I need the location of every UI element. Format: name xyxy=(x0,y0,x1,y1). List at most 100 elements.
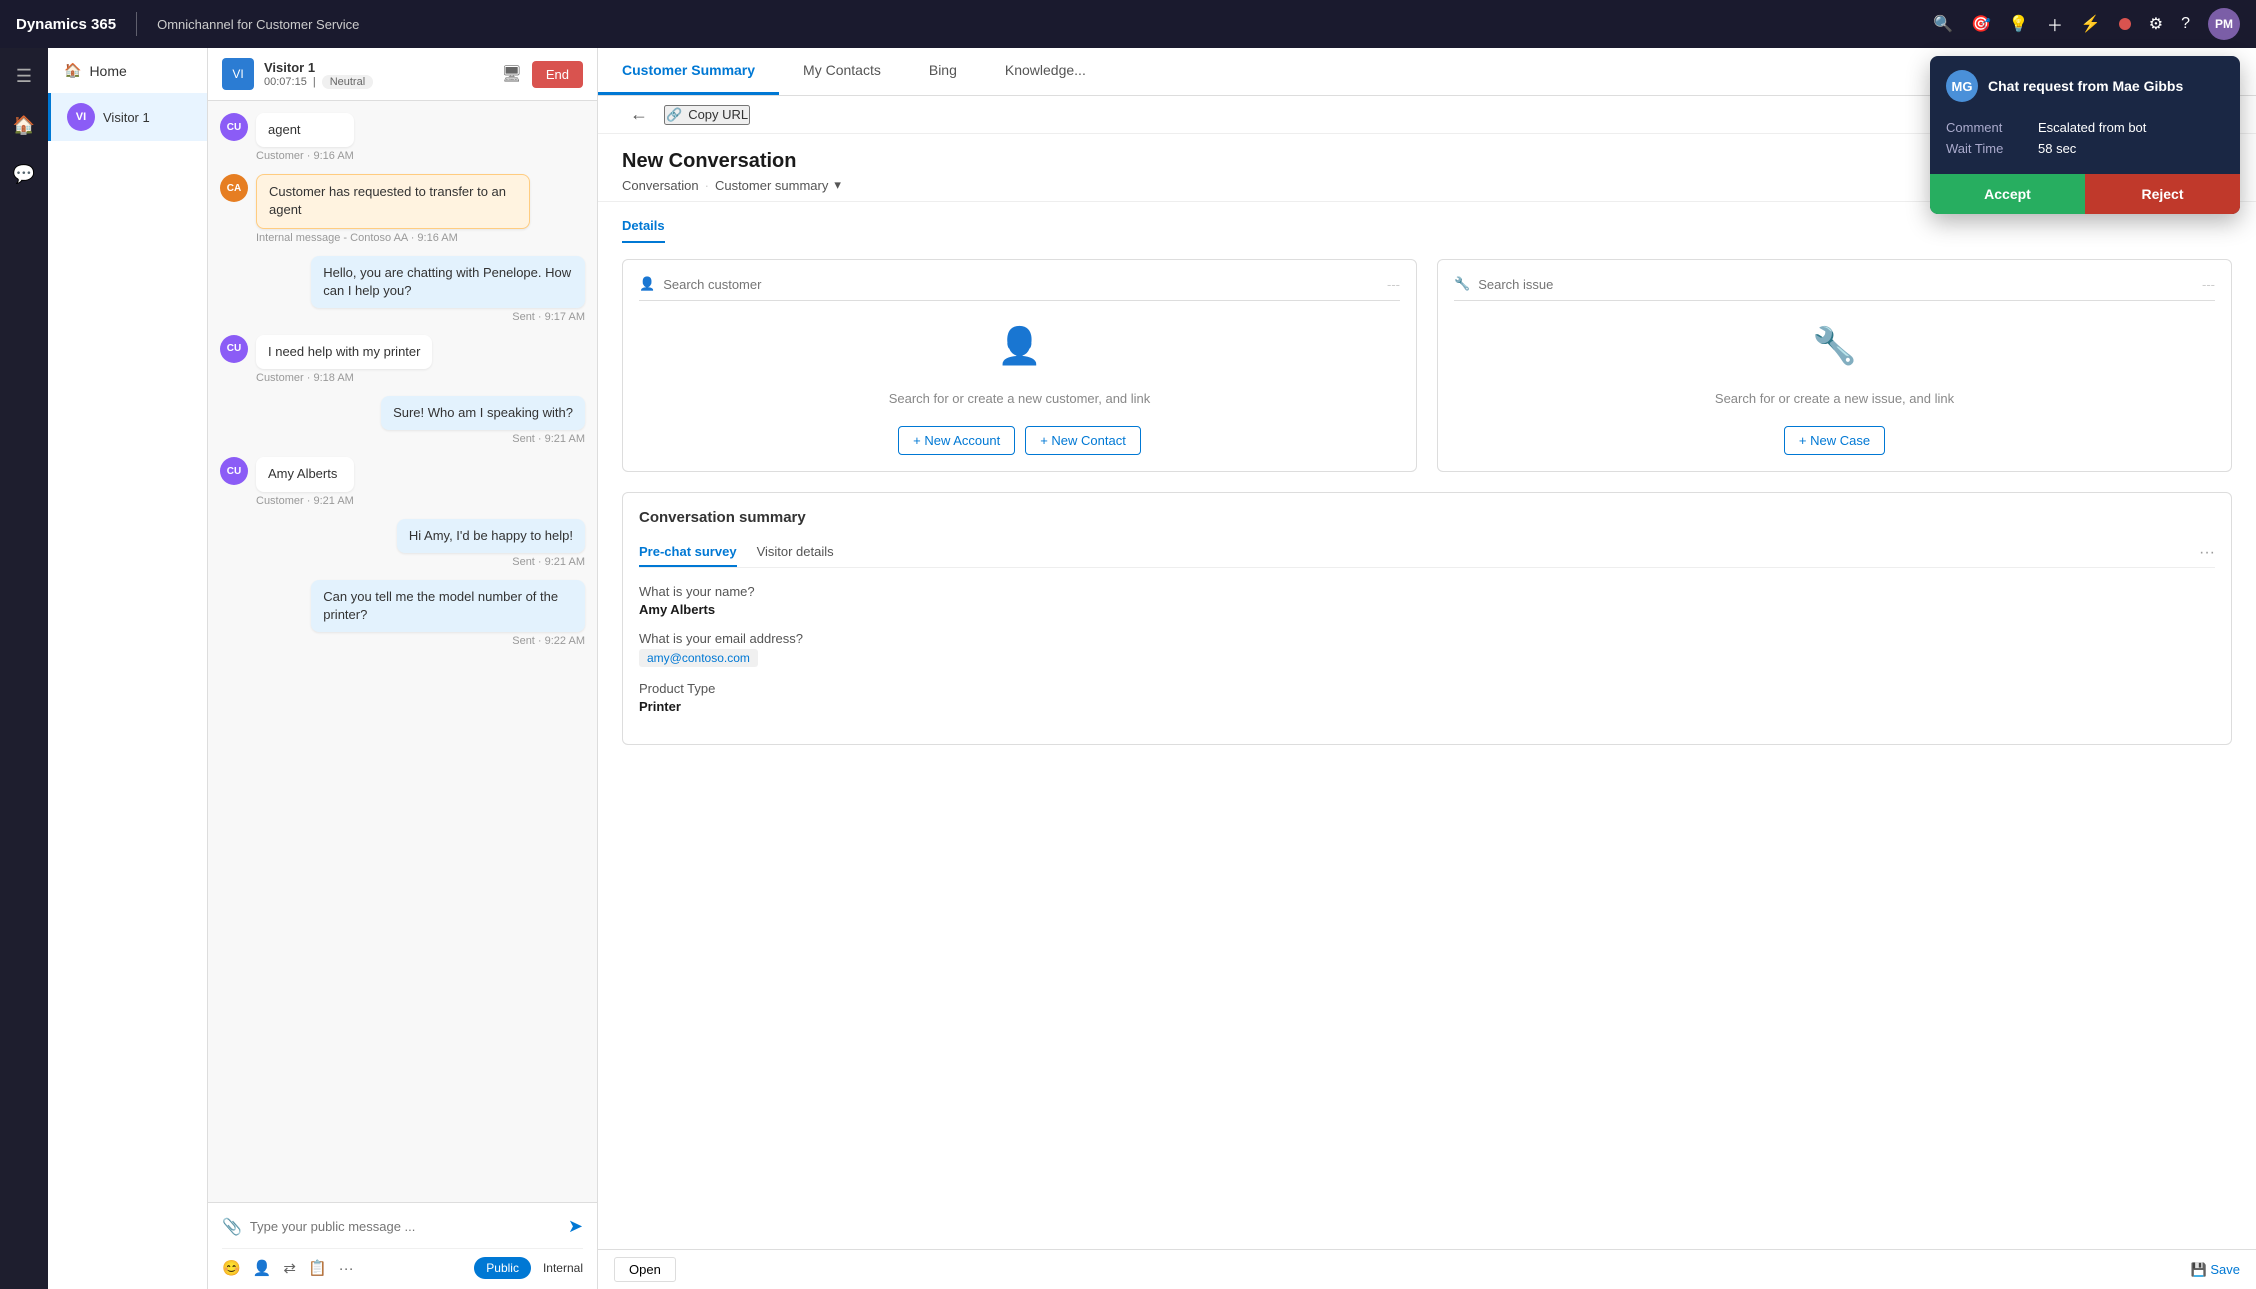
message-row: Hi Amy, I'd be happy to help! Sent · 9:2… xyxy=(220,519,585,568)
attachment-icon[interactable]: 📎 xyxy=(222,1217,242,1237)
topbar-brand: Dynamics 365 xyxy=(16,16,116,33)
reject-button[interactable]: Reject xyxy=(2085,174,2240,214)
note-icon[interactable]: 📋 xyxy=(308,1259,327,1277)
new-contact-button[interactable]: + New Contact xyxy=(1025,426,1141,455)
save-button[interactable]: 💾 Save xyxy=(2191,1262,2240,1278)
msg-content: Sure! Who am I speaking with? Sent · 9:2… xyxy=(381,396,585,445)
msg-time: Sent · 9:17 AM xyxy=(311,311,585,323)
message-row: CU agent Customer · 9:16 AM xyxy=(220,113,585,162)
customer-empty-icon: 👤 xyxy=(997,325,1042,367)
transfer-icon[interactable]: ⇄ xyxy=(283,1259,296,1277)
conv-header-avatar: VI xyxy=(222,58,254,90)
visitor-nav-item[interactable]: VI Visitor 1 xyxy=(48,93,207,141)
msg-time: Customer · 9:18 AM xyxy=(256,372,432,384)
details-tab[interactable]: Details xyxy=(622,210,665,243)
home-nav-item[interactable]: 🏠 Home xyxy=(48,48,207,93)
monitor-icon[interactable]: 🖥 xyxy=(502,64,522,84)
msg-bubble: Amy Alberts xyxy=(256,457,354,491)
issue-search-input[interactable] xyxy=(1478,277,2202,292)
comment-value: Escalated from bot xyxy=(2038,120,2146,135)
conversation-panel: VI Visitor 1 00:07:15 | Neutral 🖥 End CU… xyxy=(208,48,598,1289)
tab-knowledge[interactable]: Knowledge... xyxy=(981,48,1110,95)
open-button[interactable]: Open xyxy=(614,1257,676,1282)
summary-field-email: What is your email address? amy@contoso.… xyxy=(639,631,2215,667)
summary-value-product: Printer xyxy=(639,699,2215,714)
msg-content: Hello, you are chatting with Penelope. H… xyxy=(311,256,585,323)
message-row: Sure! Who am I speaking with? Sent · 9:2… xyxy=(220,396,585,445)
wait-label: Wait Time xyxy=(1946,141,2026,156)
msg-content: Hi Amy, I'd be happy to help! Sent · 9:2… xyxy=(397,519,585,568)
msg-bubble: Can you tell me the model number of the … xyxy=(311,580,585,632)
new-case-button[interactable]: + New Case xyxy=(1784,426,1885,455)
right-panel: Customer Summary My Contacts Bing Knowle… xyxy=(598,48,2256,1289)
chat-popup-wait-row: Wait Time 58 sec xyxy=(1946,141,2224,156)
summary-more-btn[interactable]: ··· xyxy=(2199,544,2215,562)
topbar: Dynamics 365 Omnichannel for Customer Se… xyxy=(0,0,2256,48)
msg-content: agent Customer · 9:16 AM xyxy=(256,113,354,162)
customer-search-input[interactable] xyxy=(663,277,1387,292)
chat-sidebar-icon[interactable]: 💬 xyxy=(7,158,41,191)
agent-icon[interactable]: 👤 xyxy=(253,1259,272,1277)
public-button[interactable]: Public xyxy=(474,1257,531,1279)
conversation-summary-card: Conversation summary Pre-chat survey Vis… xyxy=(622,492,2232,745)
copy-url-button[interactable]: 🔗 Copy URL xyxy=(664,105,750,125)
issue-card-actions: + New Case xyxy=(1784,426,1885,455)
home-sidebar-icon[interactable]: 🏠 xyxy=(7,109,41,142)
issue-empty-icon: 🔧 xyxy=(1812,325,1857,367)
accept-button[interactable]: Accept xyxy=(1930,174,2085,214)
help-icon[interactable]: ? xyxy=(2181,15,2190,33)
msg-avatar: CU xyxy=(220,335,248,363)
issue-search-card: 🔧 --- 🔧 Search for or create a new issue… xyxy=(1437,259,2232,472)
avatar[interactable]: PM xyxy=(2208,8,2240,40)
summary-field-name: What is your name? Amy Alberts xyxy=(639,584,2215,617)
customer-search-card: 👤 --- 👤 Search for or create a new custo… xyxy=(622,259,1417,472)
msg-avatar: CU xyxy=(220,113,248,141)
internal-button[interactable]: Internal xyxy=(543,1261,583,1275)
emoji-icon[interactable]: 😊 xyxy=(222,1259,241,1277)
msg-bubble: Sure! Who am I speaking with? xyxy=(381,396,585,430)
breadcrumb-chevron[interactable]: ▾ xyxy=(834,177,841,193)
tab-bing[interactable]: Bing xyxy=(905,48,981,95)
visitor-details-tab[interactable]: Visitor details xyxy=(757,538,834,567)
nav-panel: 🏠 Home VI Visitor 1 xyxy=(48,48,208,1289)
messages-list: CU agent Customer · 9:16 AM CA Customer … xyxy=(208,101,597,1202)
bulb-icon[interactable]: 💡 xyxy=(2009,14,2029,34)
msg-content: Amy Alberts Customer · 9:21 AM xyxy=(256,457,354,506)
chat-popup-buttons: Accept Reject xyxy=(1930,174,2240,214)
home-nav-icon: 🏠 xyxy=(64,62,81,79)
msg-time: Internal message - Contoso AA · 9:16 AM xyxy=(256,232,530,244)
message-input[interactable] xyxy=(250,1213,560,1240)
summary-label-email: What is your email address? xyxy=(639,631,2215,646)
status-dot[interactable] xyxy=(2119,18,2131,30)
tab-customer-summary[interactable]: Customer Summary xyxy=(598,48,779,95)
issue-search-icon: 🔧 xyxy=(1454,276,1470,292)
issue-search-row: 🔧 --- xyxy=(1454,276,2215,301)
msg-bubble: Hello, you are chatting with Penelope. H… xyxy=(311,256,585,308)
menu-icon[interactable]: ☰ xyxy=(10,60,38,93)
customer-empty-text: Search for or create a new customer, and… xyxy=(889,391,1151,406)
msg-bubble: agent xyxy=(256,113,354,147)
msg-time: Customer · 9:21 AM xyxy=(256,495,354,507)
home-nav-label: Home xyxy=(89,63,126,79)
search-dots: --- xyxy=(1387,277,1400,292)
pre-chat-tab[interactable]: Pre-chat survey xyxy=(639,538,737,567)
customer-search-icon: 👤 xyxy=(639,276,655,292)
tab-my-contacts[interactable]: My Contacts xyxy=(779,48,905,95)
conv-visitor-name: Visitor 1 xyxy=(264,60,492,75)
settings-icon[interactable]: ⚙ xyxy=(2149,14,2163,34)
comment-label: Comment xyxy=(1946,120,2026,135)
back-button[interactable]: ← xyxy=(622,104,656,125)
msg-bubble: Customer has requested to transfer to an… xyxy=(256,174,530,228)
more-icon[interactable]: ··· xyxy=(339,1260,354,1277)
send-icon[interactable]: ➤ xyxy=(568,1216,583,1237)
plus-icon[interactable]: ＋ xyxy=(2047,12,2063,36)
new-account-button[interactable]: + New Account xyxy=(898,426,1015,455)
chat-popup-fields: Comment Escalated from bot Wait Time 58 … xyxy=(1930,116,2240,174)
chat-popup: MG Chat request from Mae Gibbs Comment E… xyxy=(1930,56,2240,214)
filter-icon[interactable]: ⚡ xyxy=(2081,14,2101,34)
end-button[interactable]: End xyxy=(532,61,583,88)
search-icon[interactable]: 🔍 xyxy=(1933,14,1953,34)
message-row: CU I need help with my printer Customer … xyxy=(220,335,585,384)
target-icon[interactable]: 🎯 xyxy=(1971,14,1991,34)
summary-value-email: amy@contoso.com xyxy=(639,649,758,667)
